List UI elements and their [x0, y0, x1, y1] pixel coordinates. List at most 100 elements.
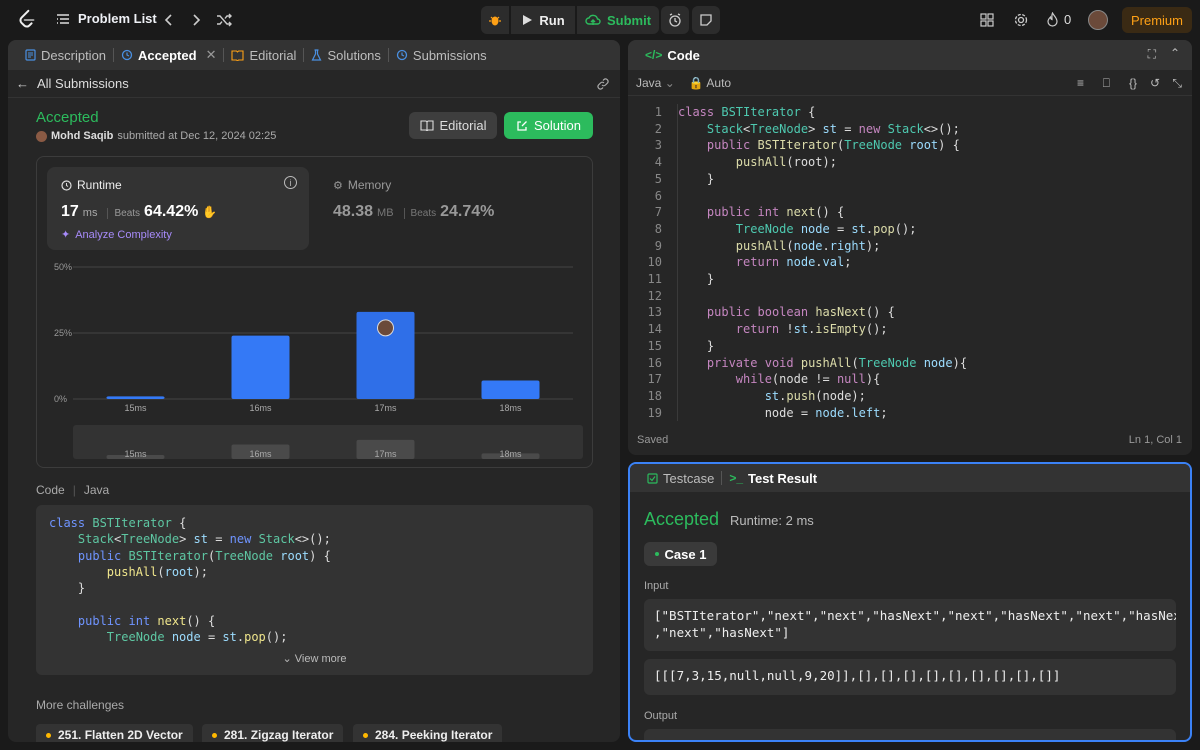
result-runtime: Runtime: 2 ms: [730, 513, 814, 528]
fullscreen-icon[interactable]: ⤡: [1172, 76, 1182, 91]
overview-label: 18ms: [499, 449, 522, 459]
runtime-value: 17: [61, 203, 79, 220]
layout-grid-icon[interactable]: [980, 13, 994, 27]
solution-button[interactable]: Solution: [504, 112, 593, 139]
problem-list-button[interactable]: Problem List: [56, 11, 157, 26]
user-name[interactable]: Mohd Saqib: [51, 130, 113, 142]
runtime-distribution-chart[interactable]: 0% 25% 50% 15ms 16ms 17ms 18ms 15ms 16ms 17ms 18ms: [37, 257, 594, 467]
tab-description[interactable]: Description: [18, 48, 113, 63]
runtime-card[interactable]: Runtime i 17 ms Beats 64.42% ✋ ✦ Analyze…: [47, 167, 309, 250]
checkbox-icon: [647, 472, 658, 484]
chevron-right-icon[interactable]: [187, 11, 205, 29]
timer-button[interactable]: [661, 6, 689, 34]
notes-button[interactable]: [692, 6, 720, 34]
premium-button[interactable]: Premium: [1122, 7, 1192, 33]
terminal-icon: >_: [729, 471, 743, 485]
clock-icon: [61, 179, 72, 191]
tab-solutions[interactable]: Solutions: [304, 48, 387, 63]
edit-icon: [517, 120, 527, 131]
pass-dot: [654, 552, 659, 556]
more-challenges-title: More challenges: [36, 698, 125, 712]
user-avatar-icon: [36, 130, 47, 142]
clap-icon: ✋: [202, 205, 218, 219]
case-label: Case 1: [664, 546, 707, 562]
reset-icon[interactable]: ↺: [1150, 76, 1160, 90]
tab-test-result[interactable]: >_ Test Result: [722, 471, 824, 486]
view-more-button[interactable]: ⌄ View more: [36, 652, 593, 665]
chevron-down-icon: ⌄: [664, 75, 675, 90]
maximize-icon[interactable]: ⛶: [1148, 47, 1156, 62]
runtime-title: Runtime: [61, 178, 122, 192]
collapse-icon[interactable]: ⌃: [1170, 46, 1180, 60]
top-bar: Problem List Run Submit 0 Premium: [0, 0, 1200, 40]
tab-label: Submissions: [412, 47, 487, 63]
editor-code[interactable]: class BSTIterator { Stack<TreeNode> st =…: [677, 104, 967, 422]
input-value-2: [[[7,3,15,null,null,9,20]],[],[],[],[],[…: [644, 659, 1176, 695]
challenge-chip[interactable]: 251. Flatten 2D Vector: [36, 724, 193, 742]
tab-testcase[interactable]: Testcase: [640, 471, 721, 486]
close-icon[interactable]: ✕: [206, 47, 217, 63]
gear-icon[interactable]: [1013, 12, 1029, 28]
overview-label: 16ms: [249, 449, 272, 459]
lock-icon: 🔒: [688, 75, 704, 90]
runtime-value-row: 17 ms Beats 64.42% ✋: [61, 203, 217, 221]
memory-card[interactable]: ⚙ Memory 48.38 MB Beats 24.74%: [319, 167, 581, 250]
runtime-unit: ms: [82, 207, 98, 219]
code-tab-label: Code: [667, 47, 700, 63]
y-tick-label: 0%: [54, 394, 67, 404]
saved-status: Saved: [637, 434, 669, 446]
code-tabbar: </> Code ⛶ ⌃: [628, 40, 1192, 70]
chart-bar: [481, 380, 540, 399]
chart-bar: [106, 396, 165, 399]
all-submissions-link[interactable]: All Submissions: [37, 76, 129, 91]
streak-counter[interactable]: 0: [1046, 12, 1071, 27]
analyze-label: Analyze Complexity: [75, 228, 172, 241]
challenge-label: 281. Zigzag Iterator: [224, 728, 334, 742]
x-tick-label: 17ms: [374, 403, 397, 413]
tab-code[interactable]: </> Code: [638, 48, 707, 63]
leetcode-logo-icon[interactable]: [16, 9, 38, 31]
premium-label: Premium: [1130, 12, 1183, 28]
flask-icon: [311, 49, 322, 61]
debug-button[interactable]: [481, 6, 509, 34]
info-icon[interactable]: i: [284, 176, 297, 189]
document-icon: [25, 49, 36, 61]
arrow-left-icon[interactable]: ←: [16, 76, 29, 91]
history-icon: [396, 49, 408, 61]
editorial-button[interactable]: Editorial: [409, 112, 497, 139]
tab-accepted[interactable]: Accepted ✕: [114, 47, 223, 63]
link-icon[interactable]: [596, 78, 610, 90]
chevron-left-icon[interactable]: [160, 11, 178, 29]
tab-submissions[interactable]: Submissions: [389, 48, 494, 63]
submit-button[interactable]: Submit: [577, 6, 659, 34]
sparkle-icon: ✦: [61, 229, 71, 241]
tab-editorial[interactable]: Editorial: [224, 48, 303, 63]
editor-toolbar: Java ⌄ 🔒 Auto ≡ ⎕ {} ↺ ⤡: [628, 70, 1192, 96]
difficulty-dot: [46, 732, 51, 738]
challenge-chip[interactable]: 281. Zigzag Iterator: [202, 724, 344, 742]
bookmark-icon[interactable]: ⎕: [1103, 76, 1110, 91]
auto-mode[interactable]: 🔒 Auto: [689, 76, 731, 90]
analyze-complexity-button[interactable]: ✦ Analyze Complexity: [61, 228, 172, 242]
run-button[interactable]: Run: [511, 6, 575, 34]
avatar[interactable]: [1088, 10, 1108, 30]
format-icon[interactable]: ≡: [1077, 76, 1084, 90]
tab-label: Solutions: [327, 47, 381, 63]
language-select[interactable]: Java ⌄: [636, 76, 675, 90]
braces-icon[interactable]: {}: [1129, 76, 1137, 90]
code-editor[interactable]: 1 2 3 4 5 6 7 8 9 10 11 12 13 14 15 16 1…: [628, 100, 1192, 422]
book-icon: [231, 49, 245, 61]
left-tabbar: Description Accepted ✕ Editorial Solutio…: [8, 40, 620, 70]
shuffle-icon[interactable]: [215, 11, 233, 29]
tab-label: Accepted: [138, 47, 197, 63]
memory-unit: MB: [377, 207, 394, 219]
play-icon: [523, 15, 533, 25]
code-label: Code: [36, 483, 65, 497]
chevrons-down-icon: ⌄: [282, 653, 292, 665]
case-1-tab[interactable]: Case 1: [644, 542, 717, 566]
challenge-chip[interactable]: 284. Peeking Iterator: [353, 724, 503, 742]
code-section-header: Code | Java: [36, 483, 110, 497]
challenge-label: 284. Peeking Iterator: [375, 728, 493, 742]
problem-list-label: Problem List: [78, 11, 157, 26]
mode-value: Auto: [706, 75, 732, 90]
